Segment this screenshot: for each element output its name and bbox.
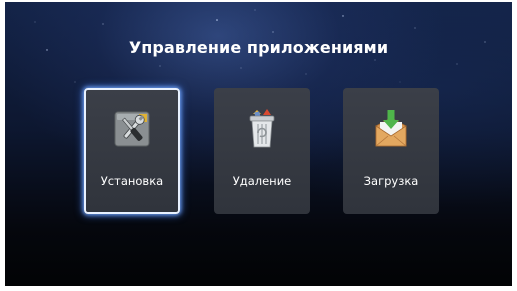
install-tile[interactable]: Установка [84, 88, 180, 214]
app-management-screen: Управление приложениями Установка Удален… [5, 2, 512, 286]
trash-bin-icon [249, 109, 275, 148]
uninstall-tile[interactable]: Удаление [214, 88, 310, 214]
download-label: Загрузка [363, 174, 419, 188]
tools-icon [114, 111, 150, 147]
page-title: Управление приложениями [128, 38, 389, 57]
install-label: Установка [100, 174, 164, 188]
download-box-icon [375, 110, 407, 147]
download-tile[interactable]: Загрузка [343, 88, 439, 214]
uninstall-label: Удаление [232, 174, 292, 188]
